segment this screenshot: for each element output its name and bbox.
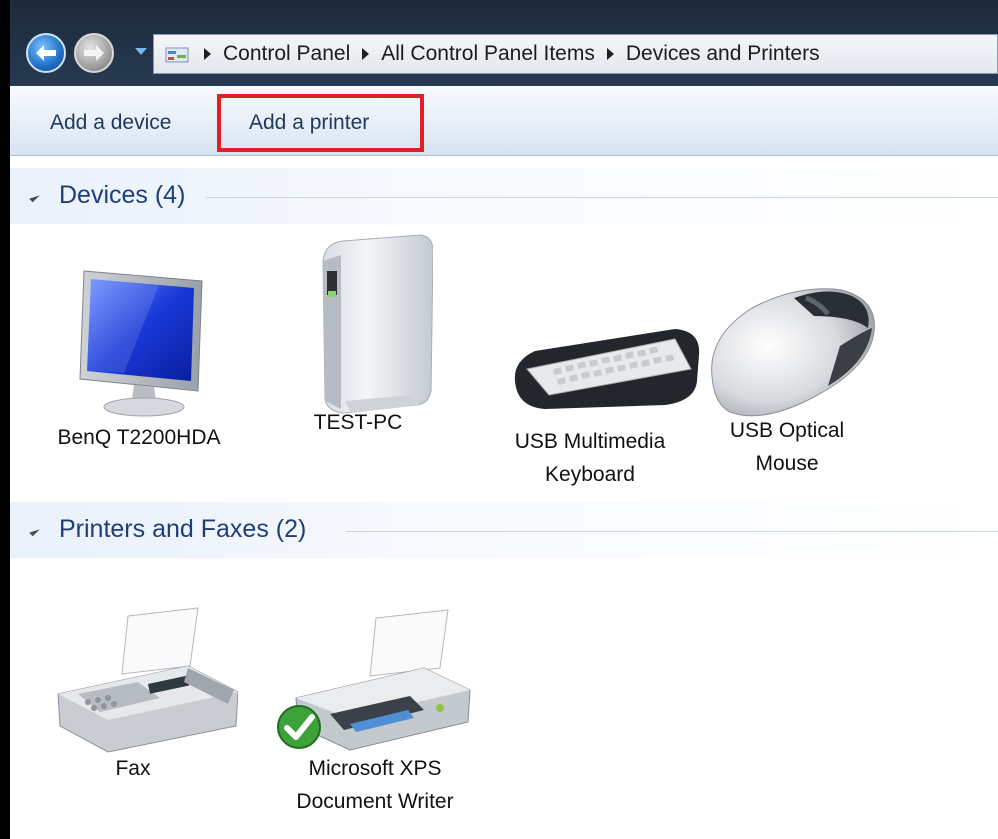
device-label: TEST-PC [313, 411, 403, 434]
devices-group-title: Devices (4) [59, 181, 186, 209]
collapse-triangle-icon[interactable] [29, 525, 40, 537]
control-panel-icon [164, 42, 192, 66]
device-label-line2: Keyboard [545, 463, 635, 486]
back-arrow-icon [36, 45, 56, 61]
device-item-computer[interactable]: TEST-PC [273, 231, 443, 439]
collapse-triangle-icon[interactable] [29, 191, 40, 203]
breadcrumb-separator-icon [204, 48, 211, 60]
address-bar: Control Panel All Control Panel Items De… [10, 0, 998, 86]
group-divider [346, 531, 998, 532]
device-label: USB Multimedia [514, 430, 666, 453]
fax-icon [57, 607, 238, 753]
back-button[interactable] [26, 33, 66, 73]
device-label: USB Optical [729, 419, 845, 442]
mouse-icon [711, 288, 875, 417]
forward-arrow-icon [84, 45, 104, 61]
keyboard-icon [514, 329, 700, 409]
breadcrumb-all-items[interactable]: All Control Panel Items [381, 42, 595, 66]
content-pane: Devices (4) BenQ T2200HDA TEST-PC USB Mu… [10, 156, 998, 839]
add-device-button[interactable]: Add a device [50, 111, 171, 135]
forward-button[interactable] [74, 33, 114, 73]
printer-label: Microsoft XPS [308, 757, 442, 780]
breadcrumb-separator-icon[interactable] [606, 48, 614, 60]
device-item-keyboard[interactable]: USB Multimedia Keyboard [505, 311, 700, 491]
group-divider [206, 197, 998, 198]
monitor-icon [79, 270, 203, 417]
printer-item-fax[interactable]: Fax [48, 606, 238, 785]
computer-tower-icon [322, 234, 433, 414]
breadcrumb[interactable]: Control Panel All Control Panel Items De… [153, 34, 998, 74]
highlight-box [217, 94, 424, 152]
printers-group-title: Printers and Faxes (2) [59, 515, 307, 543]
recent-pages-dropdown[interactable] [135, 48, 147, 55]
devices-group-header[interactable]: Devices (4) [10, 168, 998, 224]
breadcrumb-separator-icon[interactable] [362, 48, 370, 60]
device-label-line2: Mouse [755, 452, 819, 475]
device-item-mouse[interactable]: USB Optical Mouse [702, 276, 875, 480]
printer-label: Fax [115, 757, 151, 780]
printer-label-line2: Document Writer [296, 790, 454, 813]
command-bar: Add a device Add a printer [10, 86, 998, 156]
breadcrumb-devices-and-printers[interactable]: Devices and Printers [626, 42, 820, 66]
device-item-monitor[interactable]: BenQ T2200HDA [54, 251, 224, 454]
breadcrumb-control-panel[interactable]: Control Panel [223, 42, 350, 66]
default-check-icon [277, 705, 321, 749]
printers-group-header[interactable]: Printers and Faxes (2) [10, 502, 998, 558]
printer-item-xps[interactable]: Microsoft XPS Document Writer [277, 606, 471, 818]
devices-and-printers-window: Control Panel All Control Panel Items De… [10, 0, 998, 839]
device-label: BenQ T2200HDA [57, 426, 221, 449]
